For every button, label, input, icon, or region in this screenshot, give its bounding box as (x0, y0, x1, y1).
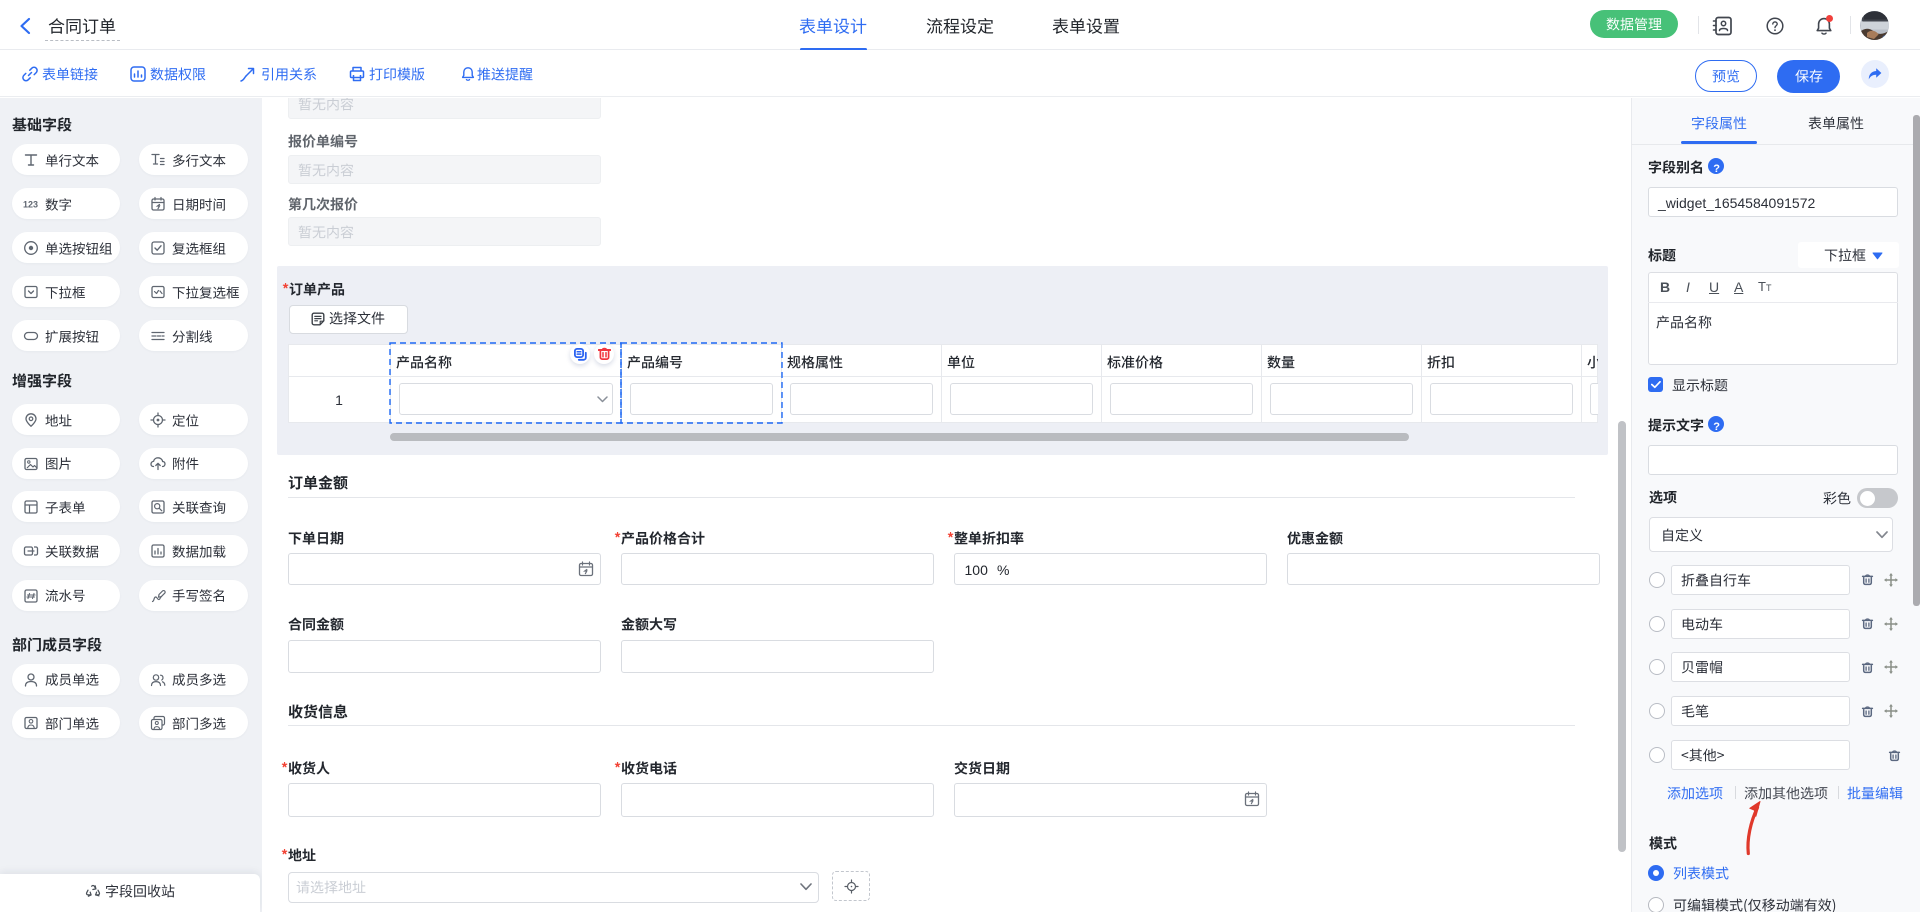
svg-text:123: 123 (23, 200, 38, 210)
